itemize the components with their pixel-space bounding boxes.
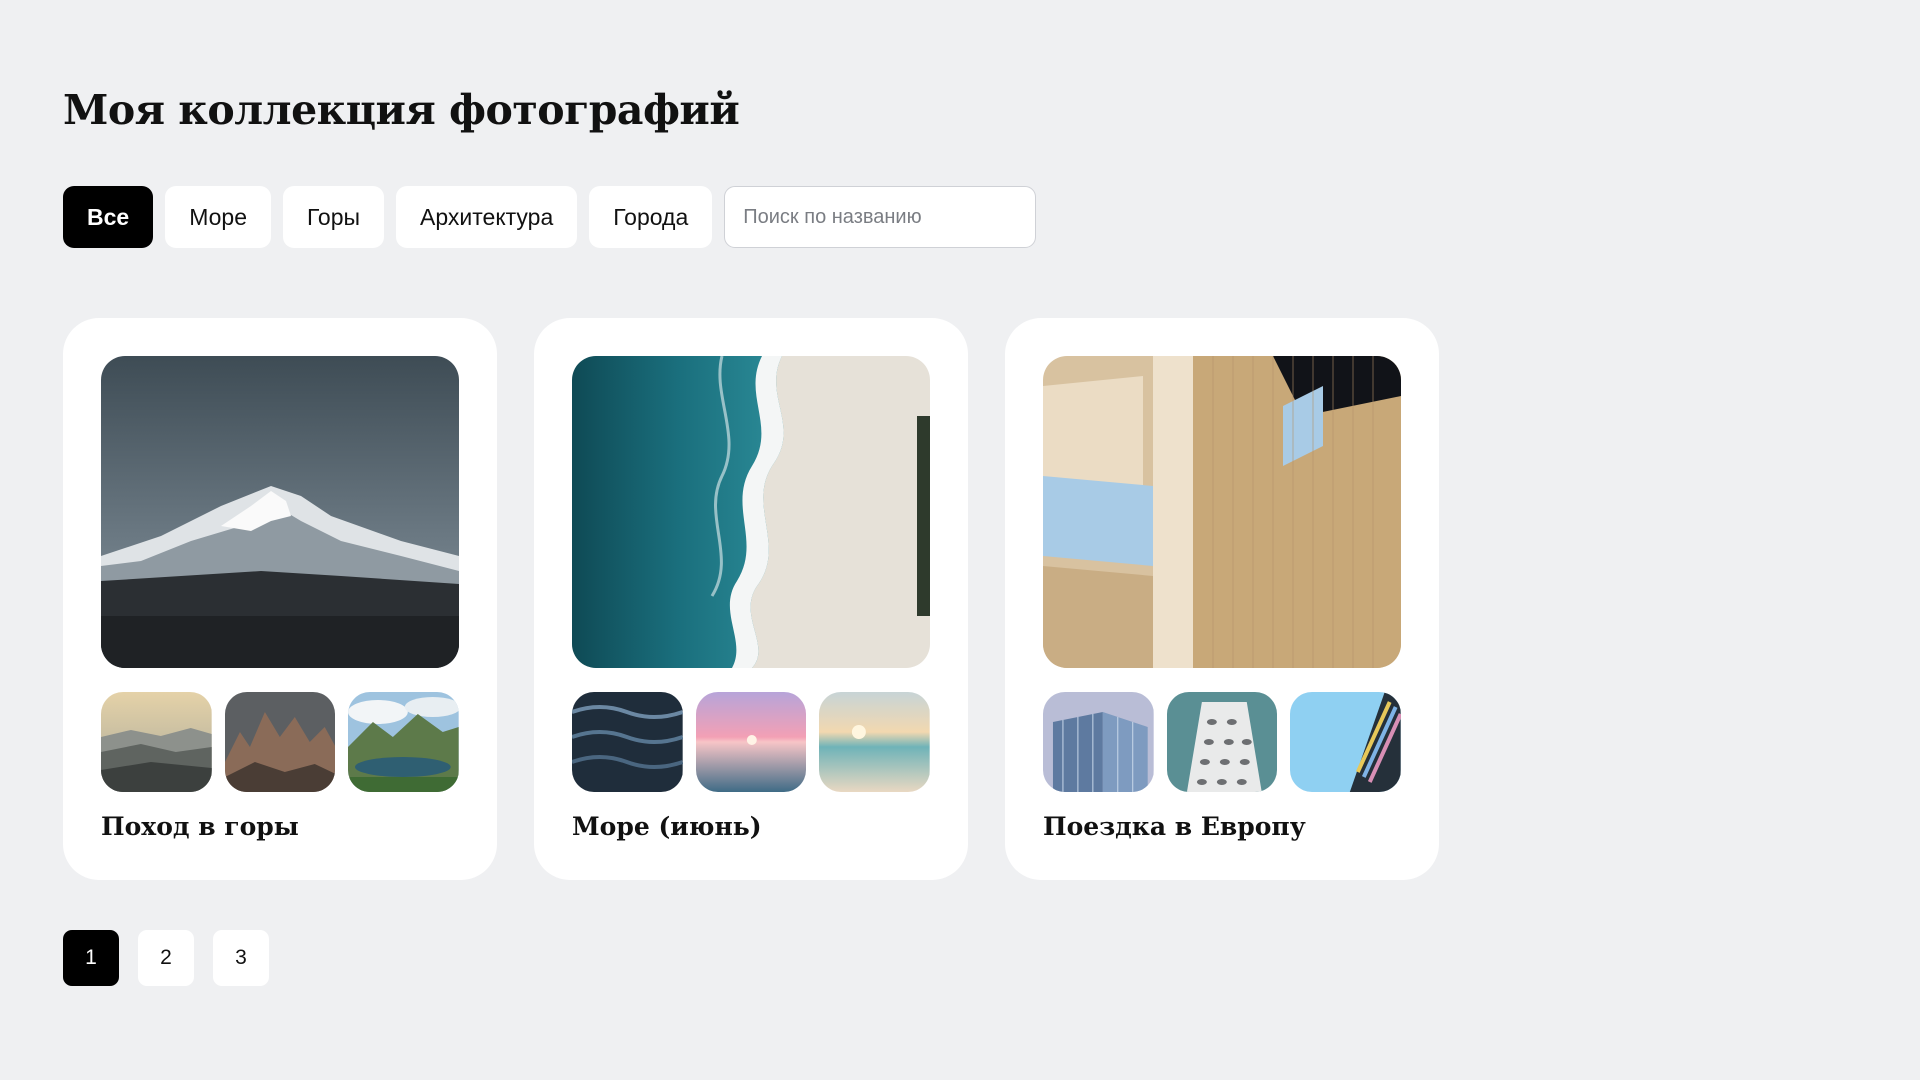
search-input[interactable] — [724, 186, 1037, 248]
album-thumbnail[interactable] — [1166, 692, 1278, 792]
page-button-3[interactable]: 3 — [213, 930, 269, 986]
filter-chip-all[interactable]: Все — [63, 186, 154, 248]
page-button-2[interactable]: 2 — [138, 930, 194, 986]
album-thumbnail[interactable] — [1290, 692, 1402, 792]
filter-bar: Все Море Горы Архитектура Города — [63, 186, 1037, 248]
album-thumbnail[interactable] — [819, 692, 931, 792]
album-thumbnail[interactable] — [101, 692, 212, 792]
album-thumbnails — [572, 692, 931, 792]
filter-chip-sea[interactable]: Море — [165, 186, 271, 248]
album-grid: Поход в горы Море (июнь) Поездка в Европ… — [63, 318, 1439, 880]
album-thumbnail[interactable] — [695, 692, 807, 792]
album-thumbnail[interactable] — [224, 692, 336, 792]
page: Моя коллекция фотографий Все Море Горы А… — [0, 0, 1920, 1080]
page-title: Моя коллекция фотографий — [63, 86, 740, 134]
album-card-mountains[interactable]: Поход в горы — [63, 318, 497, 880]
album-card-sea[interactable]: Море (июнь) — [534, 318, 968, 880]
album-cover-image[interactable] — [572, 356, 930, 668]
filter-chip-cities[interactable]: Города — [589, 186, 713, 248]
album-title: Поход в горы — [101, 812, 299, 841]
pagination: 1 2 3 — [63, 930, 269, 986]
album-thumbnail[interactable] — [1043, 692, 1154, 792]
filter-chip-mountains[interactable]: Горы — [283, 186, 385, 248]
album-thumbnails — [1043, 692, 1402, 792]
album-thumbnails — [101, 692, 460, 792]
album-title: Море (июнь) — [572, 812, 762, 841]
album-thumbnail[interactable] — [348, 692, 460, 792]
album-cover-image[interactable] — [101, 356, 459, 668]
album-card-europe[interactable]: Поездка в Европу — [1005, 318, 1439, 880]
album-thumbnail[interactable] — [572, 692, 683, 792]
album-title: Поездка в Европу — [1043, 812, 1306, 841]
album-cover-image[interactable] — [1043, 356, 1401, 668]
page-button-1[interactable]: 1 — [63, 930, 119, 986]
filter-chip-architecture[interactable]: Архитектура — [396, 186, 578, 248]
